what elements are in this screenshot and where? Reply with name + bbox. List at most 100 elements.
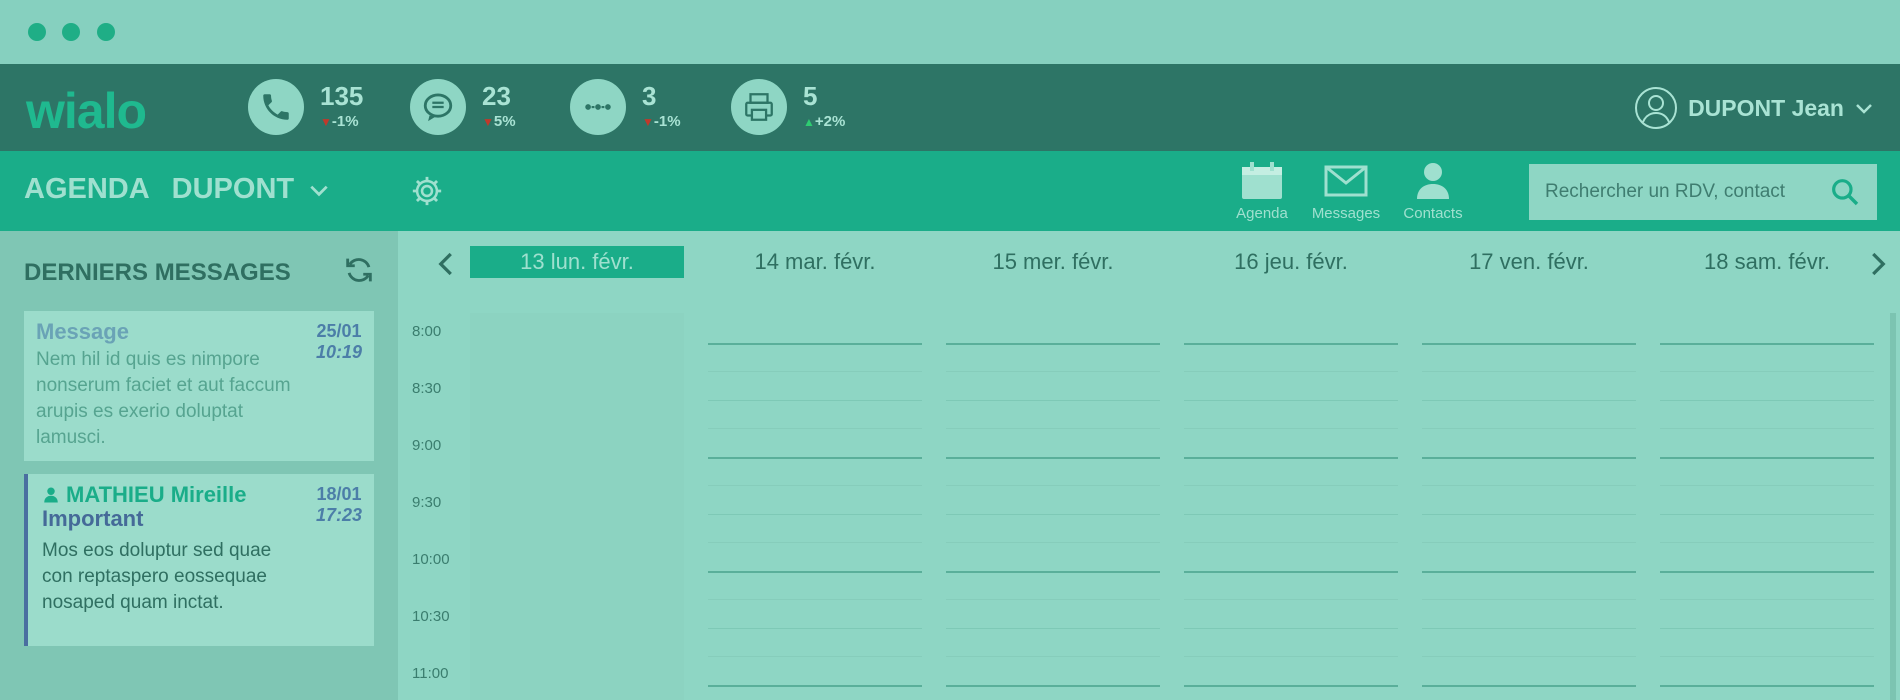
day-column[interactable] — [708, 313, 922, 700]
person-icon — [44, 487, 58, 503]
message-body: Message Nem hil id quis es nimpore nonse… — [24, 311, 304, 461]
time-gridline — [946, 685, 1160, 687]
nav-contacts-button[interactable]: Contacts — [1396, 159, 1470, 222]
time-gridline — [1184, 428, 1398, 429]
time-gridline — [708, 571, 922, 573]
stat-count: 23 — [482, 81, 511, 111]
message-date: 18/01 — [316, 484, 362, 504]
day-header[interactable]: 15 mer. févr. — [946, 246, 1160, 278]
trend-up-icon: ▲ — [803, 115, 815, 129]
time-gridline — [1660, 457, 1874, 459]
search-input[interactable] — [1545, 181, 1825, 203]
time-gridline — [946, 457, 1160, 459]
message-time: 10:19 — [315, 342, 363, 362]
time-gridline — [1184, 457, 1398, 459]
calendar-scrollbar[interactable] — [1890, 313, 1896, 700]
agenda-owner-select[interactable]: DUPONT — [172, 173, 330, 206]
time-gridline — [1184, 685, 1398, 687]
time-gridline — [1422, 542, 1636, 543]
time-label: 8:00 — [412, 323, 442, 340]
day-column[interactable] — [470, 313, 684, 700]
day-column[interactable] — [1422, 313, 1636, 700]
time-gridline — [708, 371, 922, 372]
time-gridline — [1660, 514, 1874, 515]
message-item[interactable]: Message Nem hil id quis es nimpore nonse… — [24, 311, 374, 461]
time-gridline — [1660, 656, 1874, 657]
time-gridline — [1660, 599, 1874, 600]
user-name: DUPONT Jean — [1688, 94, 1844, 121]
stats-bar: wialo 135 ▼-1% 23 ▼5% 3 ▼-1% 5 ▲+2% DUPO… — [0, 64, 1900, 151]
time-gridline — [946, 485, 1160, 486]
day-column[interactable] — [1184, 313, 1398, 700]
refresh-icon[interactable] — [342, 253, 376, 287]
time-gridline — [708, 656, 922, 657]
time-gridline — [708, 428, 922, 429]
agenda-toolbar: AGENDA DUPONT Agenda Messages Contacts — [0, 151, 1900, 231]
calendar-icon — [1242, 162, 1282, 199]
day-header[interactable]: 13 lun. févr. — [470, 246, 684, 278]
agenda-title: AGENDA DUPONT — [24, 173, 330, 206]
stat-count: 3 — [642, 81, 657, 111]
time-gridline — [946, 428, 1160, 429]
time-gridline — [946, 400, 1160, 401]
user-menu[interactable]: DUPONT Jean — [1634, 86, 1874, 130]
time-gridline — [946, 371, 1160, 372]
day-header[interactable]: 18 sam. févr. — [1660, 246, 1874, 278]
message-text: Nem hil id quis es nimpore nonserum faci… — [36, 349, 291, 448]
stat-count: 135 — [320, 81, 364, 111]
search-icon[interactable] — [1829, 176, 1861, 208]
message-timestamp: 25/01 10:19 — [304, 311, 374, 461]
message-title: Important — [42, 506, 144, 531]
agenda-label: AGENDA — [24, 173, 150, 205]
person-icon — [1417, 163, 1449, 199]
message-date: 25/01 — [316, 321, 362, 341]
message-body: MATHIEU Mireille Important Mos eos dolup… — [24, 474, 304, 646]
time-gridline — [1422, 656, 1636, 657]
time-gridline — [1184, 514, 1398, 515]
message-title: Message — [36, 319, 129, 344]
stat-count: 5 — [803, 81, 818, 111]
window-titlebar — [0, 0, 1900, 64]
time-gridline — [1422, 599, 1636, 600]
day-header[interactable]: 17 ven. févr. — [1422, 246, 1636, 278]
nav-agenda-button[interactable]: Agenda — [1230, 159, 1294, 222]
time-gridline — [708, 628, 922, 629]
time-gridline — [708, 457, 922, 459]
transfer-icon — [570, 79, 626, 135]
window-minimize-dot[interactable] — [62, 23, 80, 41]
chat-icon — [410, 79, 466, 135]
message-item[interactable]: MATHIEU Mireille Important Mos eos dolup… — [24, 474, 374, 646]
day-column[interactable] — [1660, 313, 1874, 700]
stat-trend: ▼-1% — [642, 113, 681, 130]
time-gridline — [1184, 485, 1398, 486]
chevron-left-icon[interactable] — [432, 249, 462, 279]
window-maximize-dot[interactable] — [97, 23, 115, 41]
user-avatar-icon — [1635, 87, 1678, 129]
day-header[interactable]: 16 jeu. févr. — [1184, 246, 1398, 278]
time-gridline — [946, 599, 1160, 600]
time-gridline — [1184, 542, 1398, 543]
window-close-dot[interactable] — [28, 23, 46, 41]
time-gridline — [1422, 485, 1636, 486]
envelope-icon — [1324, 165, 1368, 197]
time-gridline — [946, 571, 1160, 573]
message-sender: MATHIEU Mireille — [42, 482, 292, 508]
time-gridline — [1184, 599, 1398, 600]
nav-messages-button[interactable]: Messages — [1306, 159, 1386, 222]
time-gridline — [708, 514, 922, 515]
app-logo[interactable]: wialo — [26, 86, 147, 136]
time-gridline — [1422, 343, 1636, 345]
search-box[interactable] — [1529, 164, 1877, 220]
time-gridline — [708, 542, 922, 543]
message-time: 17:23 — [315, 505, 363, 525]
gear-icon[interactable] — [410, 174, 444, 208]
time-gridline — [1184, 343, 1398, 345]
time-gridline — [1660, 371, 1874, 372]
day-header[interactable]: 14 mar. févr. — [708, 246, 922, 278]
time-gridline — [708, 599, 922, 600]
time-gridline — [708, 400, 922, 401]
time-gridline — [1422, 371, 1636, 372]
chevron-down-icon — [310, 185, 328, 196]
day-column[interactable] — [946, 313, 1160, 700]
nav-label: Contacts — [1403, 205, 1463, 222]
